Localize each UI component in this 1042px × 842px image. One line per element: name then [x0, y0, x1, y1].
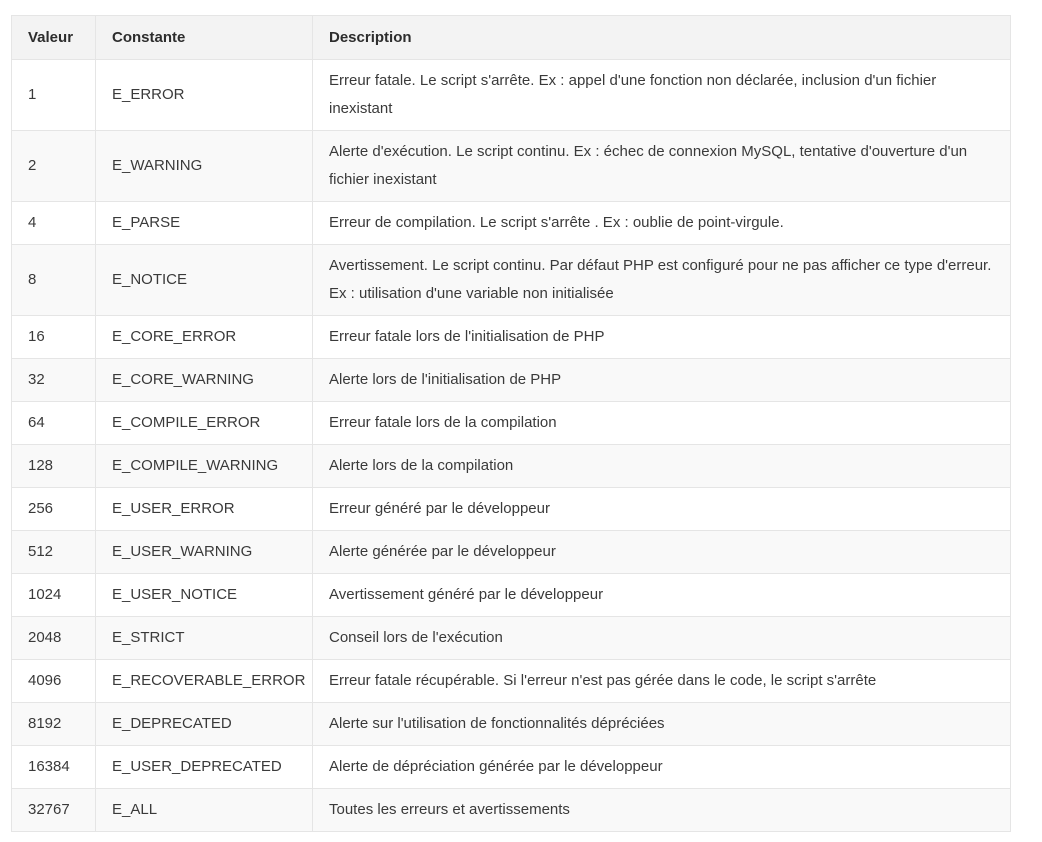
cell-constant: E_USER_ERROR [95, 487, 313, 531]
table-row: 16384 E_USER_DEPRECATED Alerte de dépréc… [11, 745, 1011, 789]
cell-constant: E_DEPRECATED [95, 702, 313, 746]
cell-constant: E_NOTICE [95, 244, 313, 316]
header-constante: Constante [95, 15, 313, 60]
cell-description: Alerte de dépréciation générée par le dé… [312, 745, 1011, 789]
table-row: 4096 E_RECOVERABLE_ERROR Erreur fatale r… [11, 659, 1011, 703]
table-header: Valeur Constante Description [11, 15, 1011, 60]
cell-value: 1 [11, 59, 96, 131]
table-row: 64 E_COMPILE_ERROR Erreur fatale lors de… [11, 401, 1011, 445]
cell-value: 2 [11, 130, 96, 202]
cell-description: Erreur fatale lors de la compilation [312, 401, 1011, 445]
table-row: 4 E_PARSE Erreur de compilation. Le scri… [11, 201, 1011, 245]
cell-constant: E_USER_NOTICE [95, 573, 313, 617]
table-row: 8 E_NOTICE Avertissement. Le script cont… [11, 244, 1011, 316]
error-constants-table: Valeur Constante Description 1 E_ERROR E… [11, 15, 1011, 832]
cell-constant: E_CORE_WARNING [95, 358, 313, 402]
table-row: 1 E_ERROR Erreur fatale. Le script s'arr… [11, 59, 1011, 131]
cell-constant: E_RECOVERABLE_ERROR [95, 659, 313, 703]
cell-description: Erreur de compilation. Le script s'arrêt… [312, 201, 1011, 245]
table-row: 32767 E_ALL Toutes les erreurs et averti… [11, 788, 1011, 832]
cell-description: Alerte lors de la compilation [312, 444, 1011, 488]
table-row: 8192 E_DEPRECATED Alerte sur l'utilisati… [11, 702, 1011, 746]
cell-constant: E_PARSE [95, 201, 313, 245]
table-row: 1024 E_USER_NOTICE Avertissement généré … [11, 573, 1011, 617]
header-valeur: Valeur [11, 15, 96, 60]
cell-value: 4096 [11, 659, 96, 703]
table-row: 2 E_WARNING Alerte d'exécution. Le scrip… [11, 130, 1011, 202]
cell-value: 1024 [11, 573, 96, 617]
cell-description: Alerte lors de l'initialisation de PHP [312, 358, 1011, 402]
cell-value: 4 [11, 201, 96, 245]
cell-value: 128 [11, 444, 96, 488]
table-row: 512 E_USER_WARNING Alerte générée par le… [11, 530, 1011, 574]
cell-description: Alerte générée par le développeur [312, 530, 1011, 574]
cell-value: 16384 [11, 745, 96, 789]
cell-constant: E_ERROR [95, 59, 313, 131]
cell-description: Erreur généré par le développeur [312, 487, 1011, 531]
cell-description: Toutes les erreurs et avertissements [312, 788, 1011, 832]
cell-description: Erreur fatale. Le script s'arrête. Ex : … [312, 59, 1011, 131]
header-description: Description [312, 15, 1011, 60]
table-row: 32 E_CORE_WARNING Alerte lors de l'initi… [11, 358, 1011, 402]
table-body: 1 E_ERROR Erreur fatale. Le script s'arr… [11, 59, 1011, 832]
cell-description: Erreur fatale lors de l'initialisation d… [312, 315, 1011, 359]
cell-constant: E_USER_WARNING [95, 530, 313, 574]
cell-value: 16 [11, 315, 96, 359]
cell-value: 32 [11, 358, 96, 402]
cell-constant: E_ALL [95, 788, 313, 832]
header-row: Valeur Constante Description [11, 15, 1011, 60]
table-row: 2048 E_STRICT Conseil lors de l'exécutio… [11, 616, 1011, 660]
cell-value: 512 [11, 530, 96, 574]
table-row: 256 E_USER_ERROR Erreur généré par le dé… [11, 487, 1011, 531]
cell-description: Conseil lors de l'exécution [312, 616, 1011, 660]
cell-description: Alerte sur l'utilisation de fonctionnali… [312, 702, 1011, 746]
cell-description: Alerte d'exécution. Le script continu. E… [312, 130, 1011, 202]
cell-value: 32767 [11, 788, 96, 832]
cell-value: 8192 [11, 702, 96, 746]
cell-constant: E_COMPILE_ERROR [95, 401, 313, 445]
cell-constant: E_USER_DEPRECATED [95, 745, 313, 789]
cell-constant: E_COMPILE_WARNING [95, 444, 313, 488]
table-row: 16 E_CORE_ERROR Erreur fatale lors de l'… [11, 315, 1011, 359]
cell-value: 2048 [11, 616, 96, 660]
cell-value: 8 [11, 244, 96, 316]
cell-constant: E_STRICT [95, 616, 313, 660]
cell-constant: E_WARNING [95, 130, 313, 202]
cell-description: Avertissement généré par le développeur [312, 573, 1011, 617]
table-row: 128 E_COMPILE_WARNING Alerte lors de la … [11, 444, 1011, 488]
cell-constant: E_CORE_ERROR [95, 315, 313, 359]
cell-description: Avertissement. Le script continu. Par dé… [312, 244, 1011, 316]
cell-value: 64 [11, 401, 96, 445]
cell-description: Erreur fatale récupérable. Si l'erreur n… [312, 659, 1011, 703]
cell-value: 256 [11, 487, 96, 531]
